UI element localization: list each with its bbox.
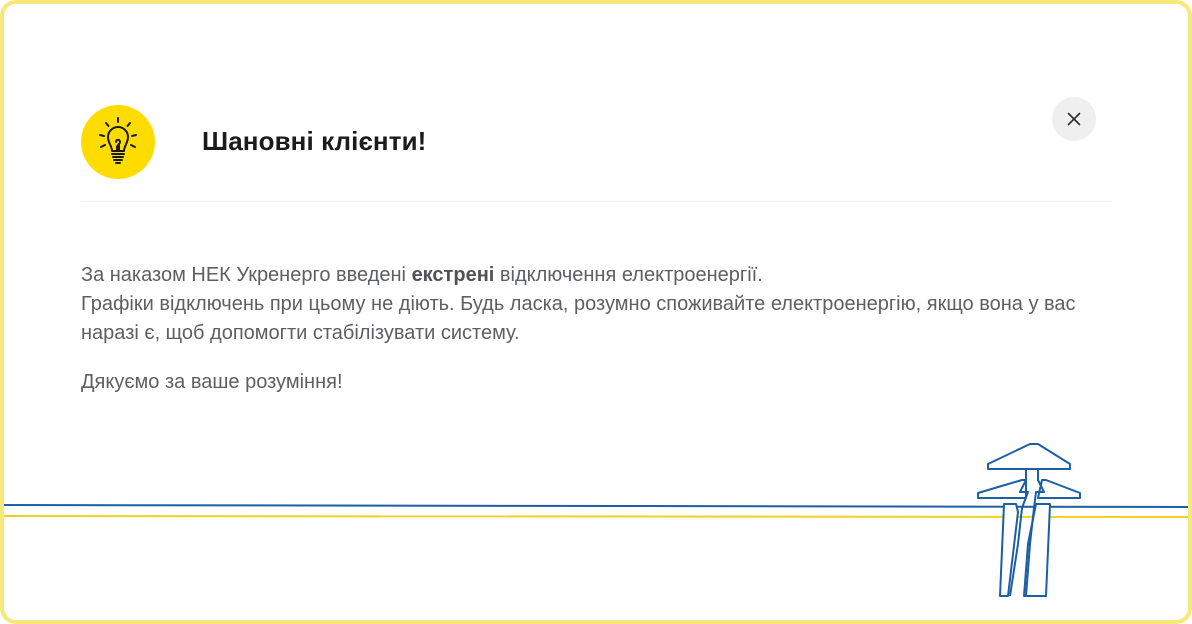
message-intro: За наказом НЕК Укренерго введені [81, 264, 412, 286]
notice-message: За наказом НЕК Укренерго введені екстрен… [81, 261, 1121, 348]
message-intro-end: відключення електроенергії. [494, 264, 763, 286]
lightbulb-icon [99, 117, 137, 164]
lightbulb-badge [81, 105, 155, 179]
notice-modal: Шановні клієнти! За наказом НЕК Укренерг… [0, 0, 1192, 624]
close-icon [1067, 112, 1081, 126]
close-button[interactable] [1052, 97, 1096, 141]
header-divider [81, 201, 1112, 202]
power-line-illustration [4, 443, 1188, 597]
notice-title: Шановні клієнти! [202, 126, 427, 156]
thanks-text: Дякуємо за ваше розуміння! [81, 371, 343, 393]
message-details: Графіки відключень при цьому не діють. Б… [81, 293, 1076, 344]
notice-body: За наказом НЕК Укренерго введені екстрен… [81, 261, 1121, 397]
power-tower-icon [977, 443, 1081, 597]
message-emphasis: екстрені [411, 264, 495, 286]
